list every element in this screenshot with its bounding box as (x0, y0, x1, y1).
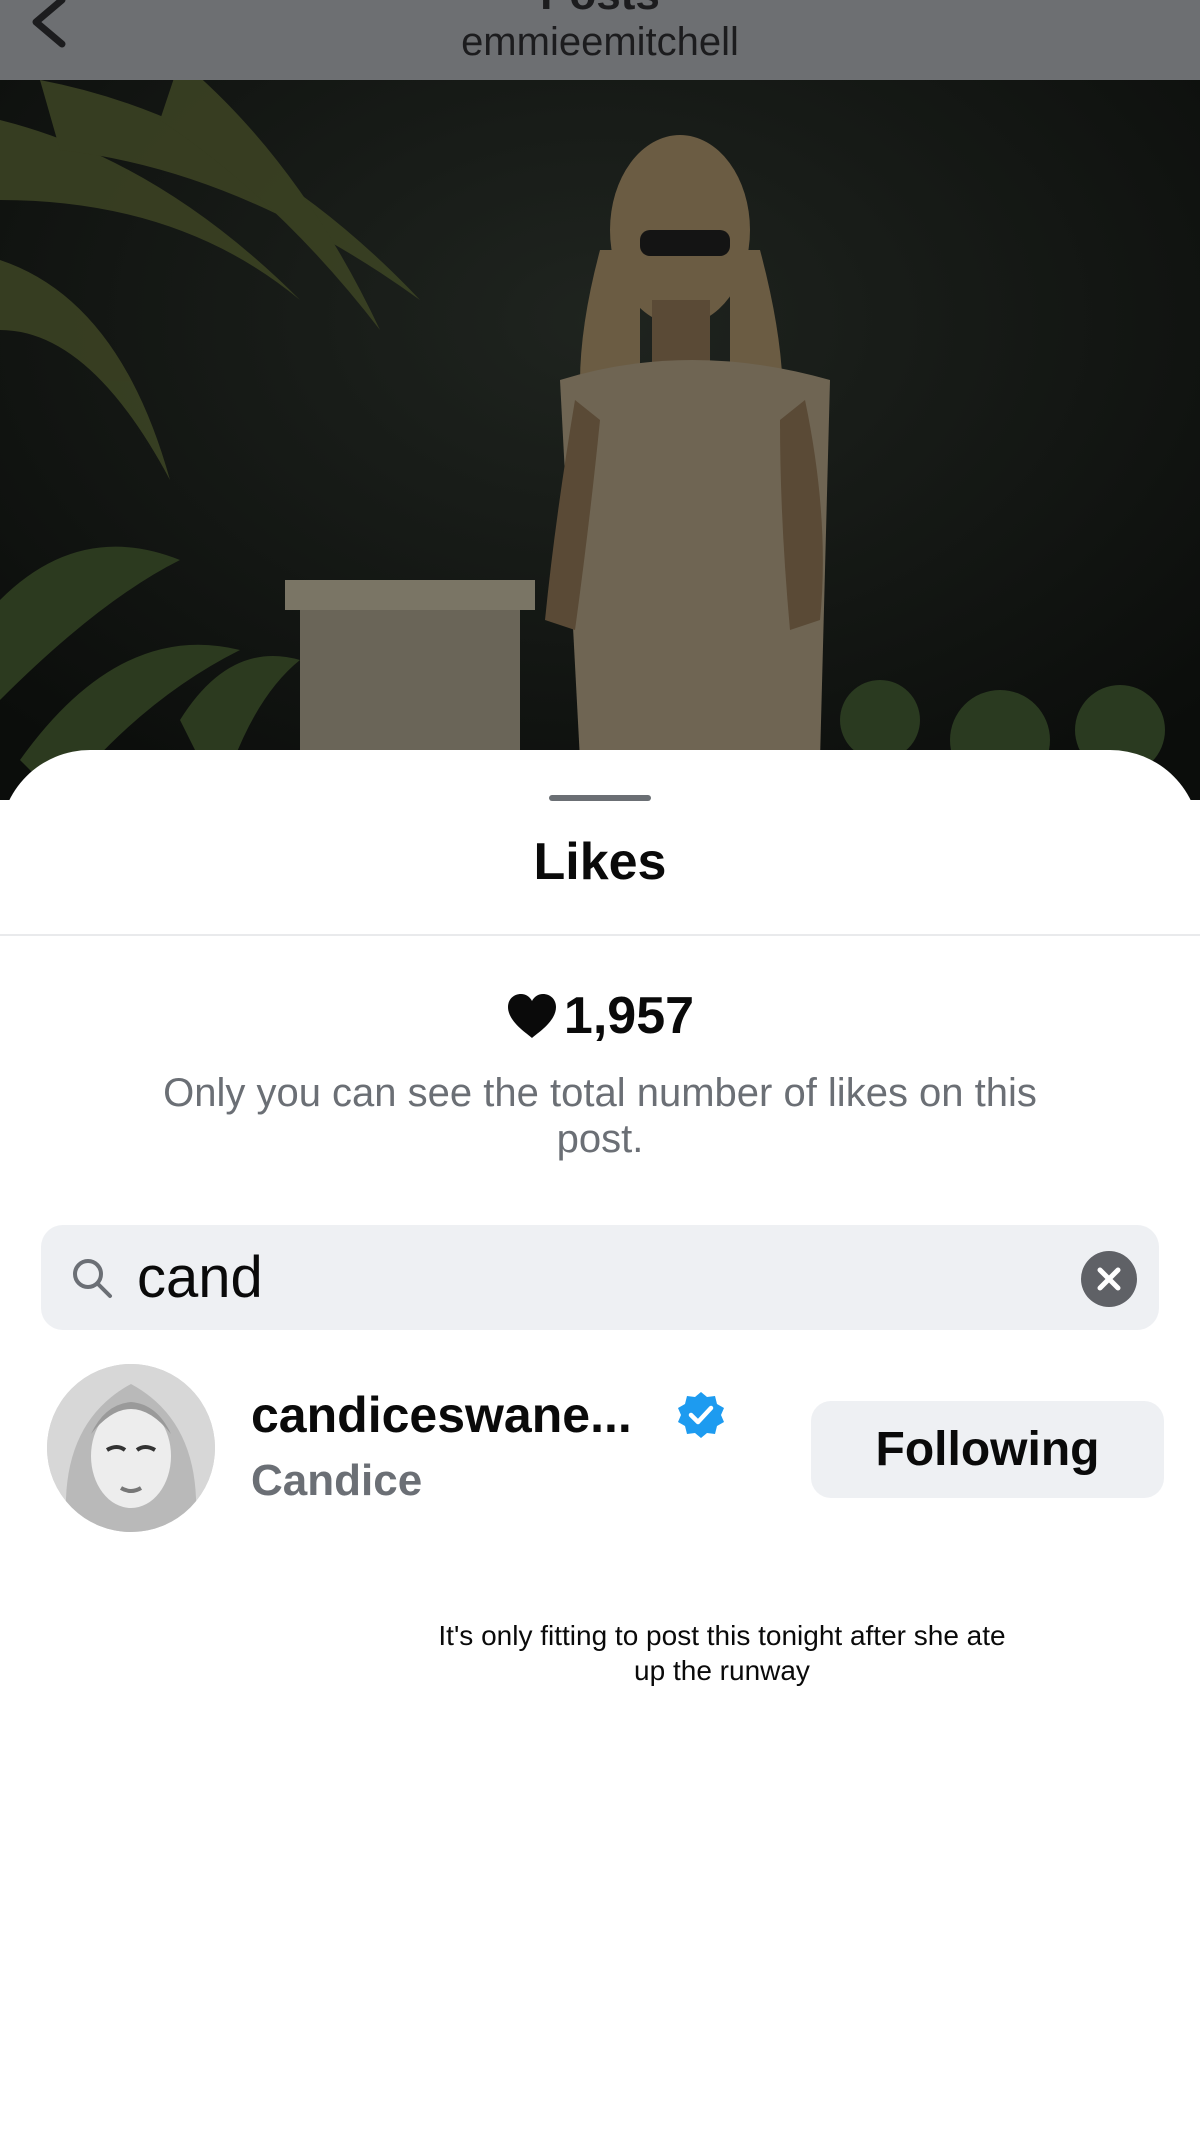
likes-summary: 1,957 (0, 986, 1200, 1046)
heart-icon (507, 994, 556, 1038)
likes-count: 1,957 (563, 987, 695, 1045)
list-item[interactable]: candiceswane... Candice Following (0, 1360, 1200, 1540)
post-caption: It's only fitting to post this tonight a… (438, 1620, 1006, 1686)
post-image (0, 0, 1200, 800)
search-input[interactable] (137, 1239, 1037, 1315)
result-username[interactable]: candiceswane... (251, 1386, 632, 1444)
search-bar[interactable] (41, 1225, 1159, 1330)
top-header: Posts emmieemitchell (0, 0, 1200, 80)
likes-sheet: Likes 1,957 Only you can see the total n… (0, 750, 1200, 2133)
search-icon (73, 1259, 112, 1298)
divider (0, 934, 1200, 936)
clear-icon (1097, 1267, 1121, 1291)
following-button[interactable]: Following (811, 1401, 1164, 1498)
page-title: Posts (0, 0, 1200, 20)
result-full-name: Candice (251, 1456, 423, 1505)
clear-search-button[interactable] (1081, 1251, 1137, 1307)
avatar[interactable] (47, 1364, 215, 1532)
sheet-title: Likes (533, 833, 667, 891)
sheet-grabber[interactable] (549, 795, 651, 801)
likes-privacy-note: Only you can see the total number of lik… (163, 1071, 1037, 1161)
verified-icon (678, 1392, 724, 1438)
header-username[interactable]: emmieemitchell (0, 20, 1200, 65)
